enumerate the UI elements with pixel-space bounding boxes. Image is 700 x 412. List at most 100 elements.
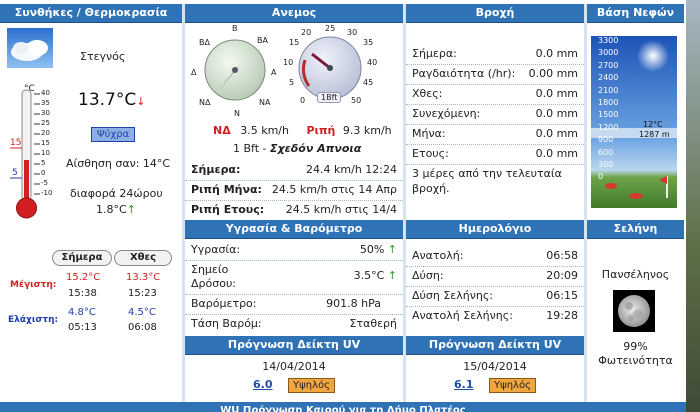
sky-condition: Στεγνός: [80, 50, 126, 63]
humidity-panel: Υγρασία & Βαρόμετρο Υγρασία: 50% ↑ Σημεί…: [185, 220, 403, 334]
full-moon-icon: [613, 290, 655, 332]
bft-badge: 1Bft: [317, 92, 342, 103]
sunrise-row: Ανατολή: 06:58: [406, 246, 584, 267]
wind-summary: ΝΔ 3.5 km/h Ριπή 9.3 km/h: [213, 124, 392, 137]
pressure-trend-row: Τάση Βαρόμ: Σταθερή: [191, 317, 397, 330]
wind-direction: ΝΔ: [213, 124, 231, 137]
rain-note: 3 μέρες από την τελευταία βροχή.: [412, 167, 562, 195]
cloud-scale: 3300 3000 2700 2400 2100 1800 1500 1200 …: [598, 36, 619, 182]
rain-header: Βροχή: [406, 4, 584, 23]
uv-header-2: Πρόγνωση Δείκτη UV: [406, 336, 584, 355]
gauge-label-35: 35: [363, 38, 374, 47]
gust-value: 9.3 km/h: [342, 124, 392, 137]
cloud-base-header: Βάση Νεφών: [587, 4, 684, 23]
scenic-strip: [686, 0, 700, 412]
dewpoint-row: Σημείο Δρόσου: 3.5°C ↑: [185, 260, 403, 295]
compass-w: Δ: [191, 68, 197, 77]
rain-row: Ετους: 0.0 mm: [406, 144, 584, 165]
moonset-row: Δύση Σελήνης: 06:15: [406, 286, 584, 307]
rain-row: Μήνα: 0.0 mm: [406, 124, 584, 145]
diff-value: 1.8°C↑: [96, 203, 136, 216]
wind-row-year: Ριπή Ετους: 24.5 km/h στις 14/4: [191, 203, 397, 216]
rain-row: Συνεχόμενη: 0.0 mm: [406, 104, 584, 125]
gust-label: Ριπή: [306, 124, 336, 137]
compass-s: N: [234, 109, 240, 118]
thermo-unit: °C: [24, 84, 35, 94]
wind-row-today: Σήμερα: 24.4 km/h 12:24: [185, 160, 403, 181]
gauge-label-40: 40: [367, 58, 378, 67]
compass-sw: NΔ: [199, 98, 211, 107]
wind-header: Ανεμος: [185, 4, 403, 23]
moon-percent: 99%: [623, 340, 648, 353]
rain-row: Ραγδαιότητα (/hr): 0.00 mm: [406, 64, 584, 85]
yest-min: 4.5°C: [128, 307, 156, 318]
humidity-up-arrow-icon: ↑: [387, 243, 397, 256]
wind-row-month: Ριπή Μήνα: 24.5 km/h στις 14 Απρ: [185, 180, 403, 201]
wind-panel: Ανεμος B BA A NA N NΔ Δ BΔ 0 5 10 15 20 …: [185, 4, 403, 218]
compass-nw: BΔ: [199, 38, 210, 47]
cloud-base-temp: 12°C: [643, 120, 663, 129]
wind-speed: 3.5 km/h: [240, 124, 289, 137]
today-max-time: 15:38: [68, 288, 97, 299]
uv-value-row-2: 6.1 Υψηλός: [406, 378, 584, 393]
rain-panel: Βροχή Σήμερα: 0.0 mm Ραγδαιότητα (/hr): 0.…: [406, 4, 584, 218]
gauge-label-30: 30: [347, 28, 358, 37]
uv-panel-1: Πρόγνωση Δείκτη UV 14/04/2014 6.0 Υψηλός: [185, 336, 403, 396]
yest-max: 13.3°C: [126, 272, 161, 283]
temp-down-arrow-icon: ↓: [136, 95, 146, 108]
feel-button[interactable]: Ψύχρα: [91, 127, 135, 142]
diff-up-arrow-icon: ↑: [126, 203, 136, 216]
uv-value-link-2[interactable]: 6.1: [454, 378, 474, 391]
gauge-label-0: 0: [300, 96, 306, 105]
uv-value-link-1[interactable]: 6.0: [253, 378, 273, 391]
cloud-base-panel: Βάση Νεφών 3300 3000 2700 2400 2100 1800…: [587, 4, 684, 218]
dewpoint-up-arrow-icon: ↑: [387, 269, 397, 282]
current-temperature: 13.7°C↓: [78, 90, 146, 110]
thermo-scale: 40 35 30 25 20 15 10 5 0 -5 -10: [41, 89, 53, 197]
gauge-label-45: 45: [363, 78, 374, 87]
moonrise-row: Ανατολή Σελήνης: 19:28: [412, 309, 578, 322]
rain-row: Σήμερα: 0.0 mm: [406, 44, 584, 65]
tab-yesterday[interactable]: Χθες: [114, 250, 172, 266]
uv-header-1: Πρόγνωση Δείκτη UV: [185, 336, 403, 355]
forecast-header[interactable]: WU Πρόγνωση Καιρού για τη Δήμο Πλατέος: [0, 402, 686, 412]
moon-phase: Πανσέληνος: [601, 268, 670, 281]
gauge-label-25: 25: [325, 24, 336, 33]
gauge-label-5: 5: [289, 78, 295, 87]
diff-label: διαφορά 24ώρου: [70, 187, 163, 200]
yest-min-time: 06:08: [128, 322, 157, 333]
gauge-label-15: 15: [289, 38, 300, 47]
today-min-time: 05:13: [68, 322, 97, 333]
sunset-row: Δύση: 20:09: [406, 266, 584, 287]
conditions-header: Συνθήκες / Θερμοκρασία: [0, 4, 182, 23]
uv-date-2: 15/04/2014: [463, 360, 527, 373]
humidity-row: Υγρασία: 50% ↑: [185, 240, 403, 261]
compass-se: NA: [259, 98, 271, 107]
compass-ne: BA: [257, 36, 268, 45]
moon-header: Σελήνη: [587, 220, 684, 239]
cloud-base-height: 1287 m: [639, 130, 670, 139]
uv-value-row-1: 6.0 Υψηλός: [185, 378, 403, 393]
max-label: Μέγιστη:: [10, 280, 57, 290]
almanac-header: Ημερολόγιο: [406, 220, 584, 239]
gauge-label-10: 10: [283, 58, 294, 67]
min-label: Ελάχιστη:: [8, 315, 59, 325]
uv-level-badge-1: Υψηλός: [288, 378, 335, 393]
cloudy-weather-icon: [7, 28, 53, 68]
feels-like: Αίσθηση σαν: 14°C: [66, 157, 171, 170]
compass-n: B: [232, 24, 238, 33]
uv-date-1: 14/04/2014: [262, 360, 326, 373]
conditions-panel: Συνθήκες / Θερμοκρασία Στεγνός °C 40 35 …: [0, 4, 182, 408]
gauge-label-20: 20: [301, 28, 312, 37]
thermo-min-mark: 5: [12, 168, 18, 178]
uv-panel-2: Πρόγνωση Δείκτη UV 15/04/2014 6.1 Υψηλός: [406, 336, 584, 396]
thermo-max-mark: 15: [10, 138, 22, 148]
tab-today[interactable]: Σήμερα: [52, 250, 112, 266]
humidity-header: Υγρασία & Βαρόμετρο: [185, 220, 403, 239]
today-max: 15.2°C: [66, 272, 101, 283]
today-min: 4.8°C: [68, 307, 96, 318]
bft-line: 1 Bft - Σχεδόν Απνοια: [233, 142, 362, 155]
moon-panel: Σελήνη Πανσέληνος 99% Φωτεινότητα: [587, 220, 684, 408]
compass-e: A: [271, 68, 277, 77]
moon-caption: Φωτεινότητα: [598, 354, 673, 367]
